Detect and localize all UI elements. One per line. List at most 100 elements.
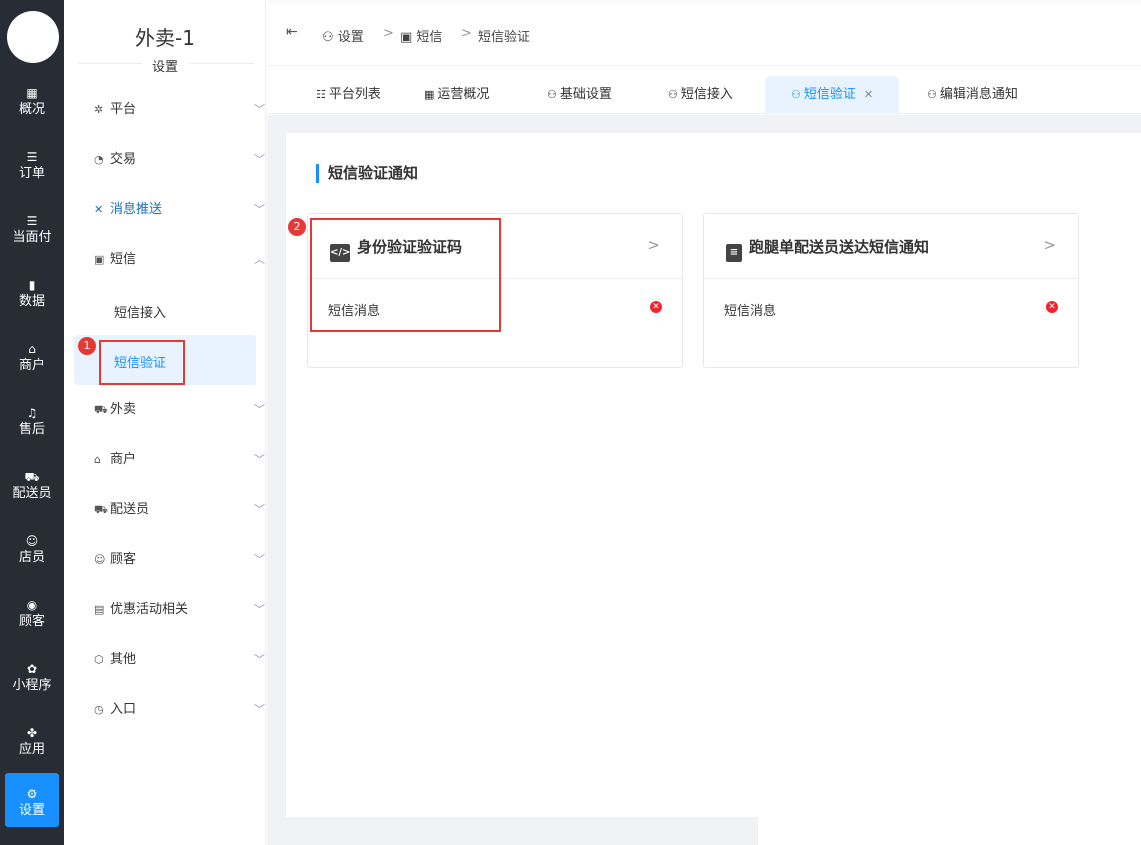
sidebar-item-takeout[interactable]: ⛟ 外卖 ﹀ bbox=[94, 398, 274, 422]
bar-chart-icon: ▮ bbox=[28, 278, 36, 292]
settings-icon: ⚙ bbox=[26, 787, 38, 801]
sidebar-subtitle: 设置 bbox=[141, 60, 188, 75]
grid-icon: ▦ bbox=[26, 86, 38, 100]
wechat-icon: ✿ bbox=[26, 662, 38, 676]
compass-icon: ◷ bbox=[94, 703, 104, 716]
sidebar-item-merchant[interactable]: ⌂ 商户 ﹀ bbox=[94, 448, 274, 472]
user-gear-icon: ⚇ bbox=[927, 88, 937, 101]
hexagon-icon: ⬡ bbox=[94, 653, 104, 666]
settings-sidebar: 外卖-1 设置 ✲ 平台 ﹀ ◔ 交易 ﹀ ✕ 消息推送 ﹀ ▣ 短信 ︿ 短信接入 ⛟ 外卖 ﹀ … bbox=[64, 0, 266, 845]
sidebar-item-trade[interactable]: ◔ 交易 ﹀ bbox=[94, 148, 274, 172]
user-gear-icon: ⚇ bbox=[668, 88, 678, 101]
chevron-down-icon: ﹀ bbox=[254, 503, 265, 516]
tab-ops-overview[interactable]: ▦ 运营概况 bbox=[424, 86, 489, 114]
list-icon: ☰ bbox=[26, 214, 38, 228]
section-title: 短信验证通知 bbox=[316, 164, 418, 183]
takeout-icon: ⛟ bbox=[94, 403, 108, 416]
card-header[interactable]: ≡ 跑腿单配送员送达短信通知 > bbox=[704, 214, 1078, 279]
annotation-badge-2: 2 bbox=[288, 218, 306, 236]
sidebar-item-entry[interactable]: ◷ 入口 ﹀ bbox=[94, 698, 274, 722]
grid-icon: ▦ bbox=[424, 88, 435, 101]
gear-icon: ✲ bbox=[94, 103, 104, 116]
breadcrumb-sms[interactable]: ▣ 短信 bbox=[400, 26, 442, 45]
rail-item-apps[interactable]: ✤ 应用 bbox=[5, 712, 59, 766]
tab-edit-notification[interactable]: ⚇ 编辑消息通知 bbox=[927, 86, 1018, 114]
corner-panel bbox=[758, 797, 1141, 845]
sidebar-item-promotions[interactable]: ▤ 优惠活动相关 ﹀ bbox=[94, 598, 274, 622]
breadcrumb-separator: > bbox=[461, 26, 472, 41]
store-icon: ⌂ bbox=[94, 453, 101, 466]
sidebar-item-other[interactable]: ⬡ 其他 ﹀ bbox=[94, 648, 274, 672]
breadcrumb-settings[interactable]: ⚇ 设置 bbox=[322, 26, 364, 45]
chevron-up-icon: ︿ bbox=[254, 253, 265, 266]
rail-item-miniprogram[interactable]: ✿ 小程序 bbox=[5, 648, 59, 702]
chevron-right-icon[interactable]: > bbox=[647, 236, 660, 254]
customer-icon: ☺ bbox=[94, 553, 106, 566]
chevron-right-icon[interactable]: > bbox=[1043, 236, 1056, 254]
list-icon: ☰ bbox=[26, 150, 38, 164]
error-icon: ✕ bbox=[1046, 301, 1058, 313]
chevron-down-icon: ﹀ bbox=[254, 453, 265, 466]
chevron-down-icon: ﹀ bbox=[254, 203, 265, 216]
user-circle-icon: ◉ bbox=[26, 598, 38, 612]
sidebar-item-customer[interactable]: ☺ 顾客 ﹀ bbox=[94, 548, 274, 572]
courier-icon: ⛟ bbox=[94, 503, 108, 516]
rail-item-face-pay[interactable]: ☰ 当面付 bbox=[5, 200, 59, 254]
breadcrumb-sms-verify: 短信验证 bbox=[478, 30, 531, 45]
rail-item-orders[interactable]: ☰ 订单 bbox=[5, 136, 59, 190]
error-icon: ✕ bbox=[650, 301, 662, 313]
chevron-down-icon: ﹀ bbox=[254, 603, 265, 616]
annotation-box-2 bbox=[310, 218, 501, 332]
annotation-box-1 bbox=[99, 340, 185, 385]
gift-icon: ▤ bbox=[94, 603, 105, 616]
card-message-label: 短信消息 bbox=[724, 304, 777, 319]
rail-item-customer[interactable]: ◉ 顾客 bbox=[5, 584, 59, 638]
chevron-down-icon: ﹀ bbox=[254, 153, 265, 166]
icon-rail: ▦ 概况 ☰ 订单 ☰ 当面付 ▮ 数据 ⌂ 商户 ♫ 售后 ⛟ 配送员 ☺ 店员 ◉ 顾客 ✿ 小… bbox=[0, 0, 64, 845]
users-icon: ☺ bbox=[25, 534, 39, 548]
rail-item-data[interactable]: ▮ 数据 bbox=[5, 264, 59, 318]
sidebar-subitem-sms-access[interactable]: 短信接入 bbox=[114, 302, 166, 321]
headset-icon: ♫ bbox=[26, 406, 38, 420]
card-title: 跑腿单配送员送达短信通知 bbox=[749, 238, 930, 256]
delivery-icon: ⛟ bbox=[24, 470, 40, 484]
list-icon: ☷ bbox=[316, 88, 326, 101]
breadcrumb-separator: > bbox=[383, 26, 394, 41]
collapse-menu-icon[interactable]: ⇤ bbox=[286, 24, 298, 40]
store-icon: ⌂ bbox=[28, 342, 36, 356]
rail-item-after-sale[interactable]: ♫ 售后 bbox=[5, 392, 59, 446]
chevron-down-icon: ﹀ bbox=[254, 703, 265, 716]
sidebar-item-push[interactable]: ✕ 消息推送 ﹀ bbox=[94, 198, 274, 222]
sidebar-item-sms[interactable]: ▣ 短信 ︿ bbox=[94, 248, 274, 272]
rail-item-staff[interactable]: ☺ 店员 bbox=[5, 520, 59, 574]
chevron-down-icon: ﹀ bbox=[254, 553, 265, 566]
tab-platform-list[interactable]: ☷ 平台列表 bbox=[316, 86, 381, 114]
rail-item-settings[interactable]: ⚙ 设置 bbox=[5, 773, 59, 827]
close-icon[interactable]: ✕ bbox=[864, 88, 873, 101]
tab-sms-access[interactable]: ⚇ 短信接入 bbox=[668, 86, 733, 114]
sidebar-title: 外卖-1 bbox=[135, 26, 195, 50]
user-gear-icon: ⚇ bbox=[322, 30, 338, 45]
annotation-badge-1: 1 bbox=[78, 337, 96, 355]
user-gear-icon: ⚇ bbox=[791, 88, 801, 101]
chevron-down-icon: ﹀ bbox=[254, 403, 265, 416]
chevron-down-icon: ﹀ bbox=[254, 103, 265, 116]
tab-basic-settings[interactable]: ⚇ 基础设置 bbox=[547, 86, 612, 114]
apps-icon: ✤ bbox=[26, 726, 38, 740]
chevron-down-icon: ﹀ bbox=[254, 653, 265, 666]
rail-item-overview[interactable]: ▦ 概况 bbox=[5, 72, 59, 126]
sms-icon: ▣ bbox=[94, 253, 105, 266]
push-icon: ✕ bbox=[94, 203, 104, 216]
clipboard-icon: ≡ bbox=[726, 244, 742, 262]
sidebar-item-courier[interactable]: ⛟ 配送员 ﹀ bbox=[94, 498, 274, 522]
sidebar-item-platform[interactable]: ✲ 平台 ﹀ bbox=[94, 98, 274, 122]
tab-sms-verify[interactable]: ⚇ 短信验证 ✕ bbox=[765, 76, 900, 114]
user-gear-icon: ⚇ bbox=[547, 88, 557, 101]
avatar[interactable] bbox=[7, 11, 59, 63]
sms-icon: ▣ bbox=[400, 30, 417, 45]
rail-item-courier[interactable]: ⛟ 配送员 bbox=[5, 456, 59, 510]
header bbox=[267, 0, 1141, 66]
card-errand-delivered[interactable]: ≡ 跑腿单配送员送达短信通知 > 短信消息 ✕ bbox=[703, 213, 1079, 368]
rail-item-merchant[interactable]: ⌂ 商户 bbox=[5, 328, 59, 382]
trade-icon: ◔ bbox=[94, 153, 104, 166]
